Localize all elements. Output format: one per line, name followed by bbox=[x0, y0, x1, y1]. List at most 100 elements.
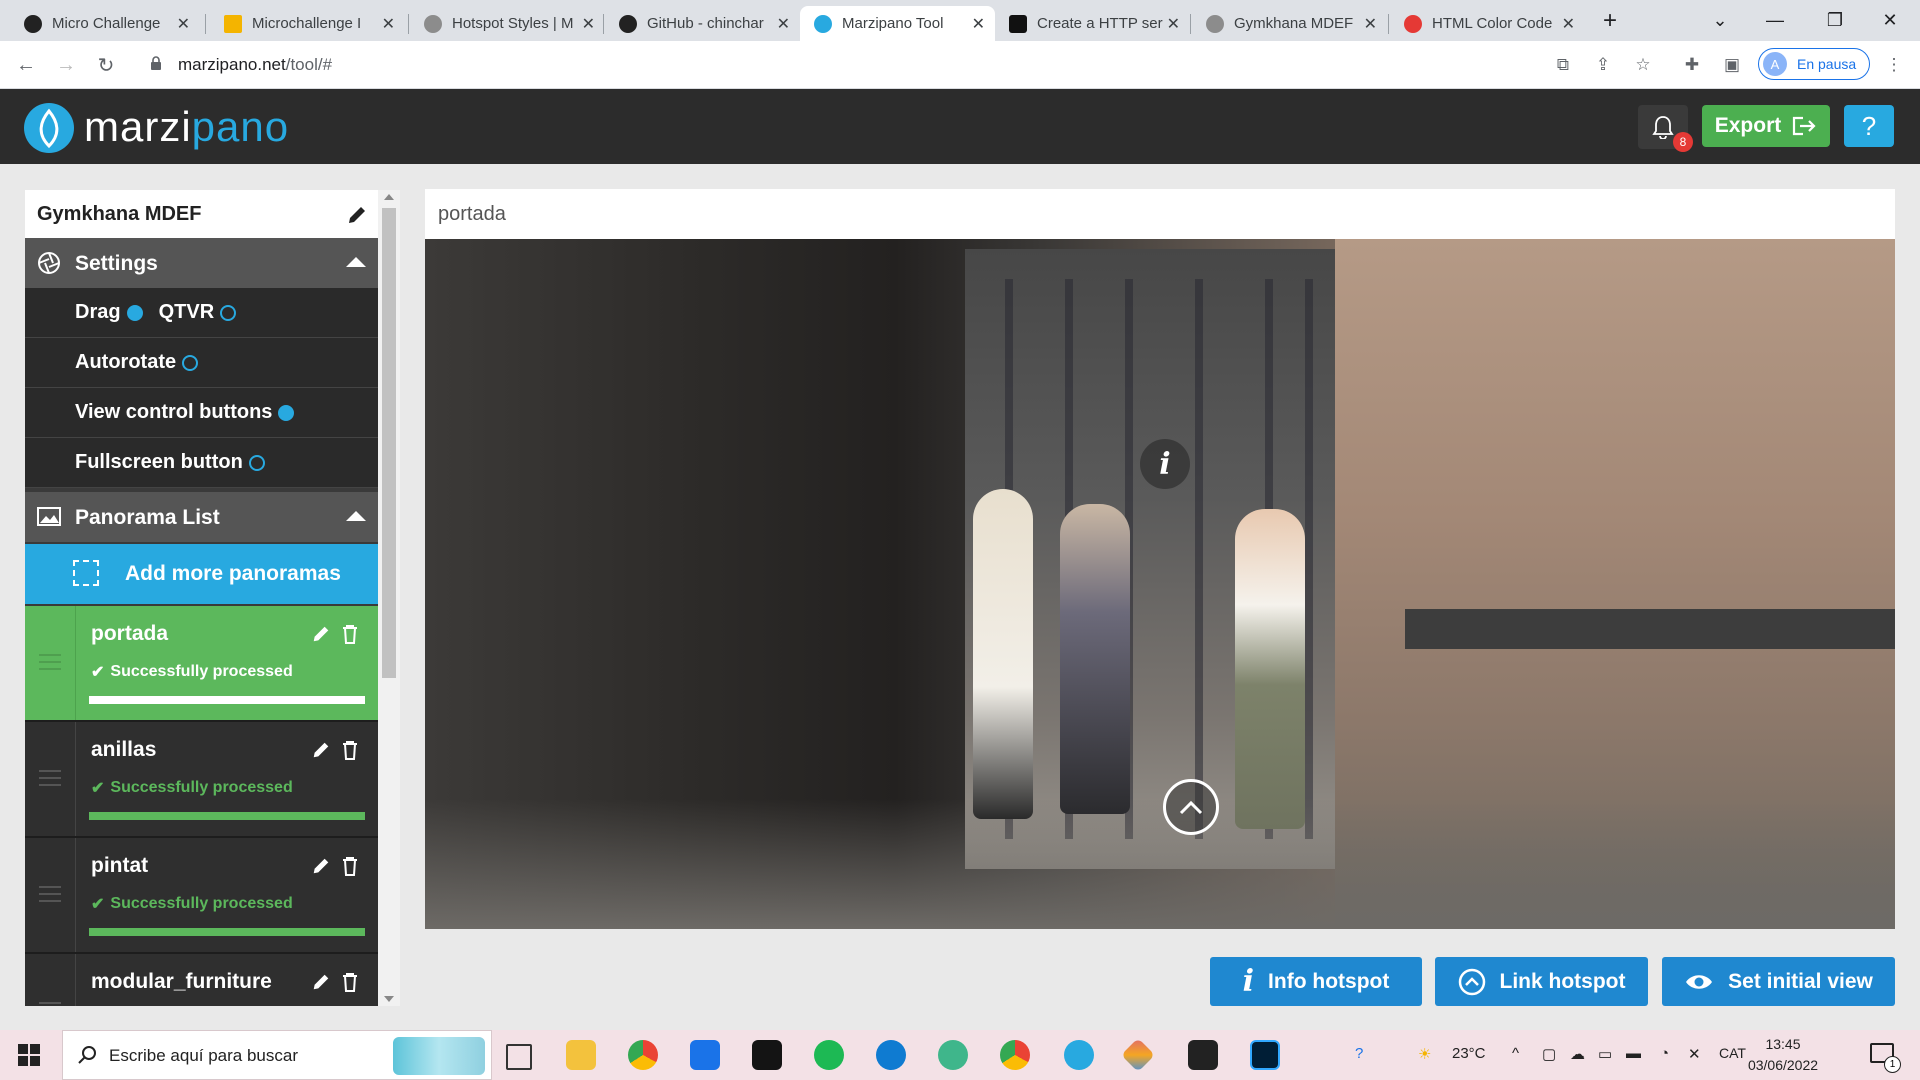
collapse-chevron-icon[interactable] bbox=[346, 257, 366, 267]
panorama-name: pintat bbox=[91, 854, 149, 877]
spotify-icon[interactable] bbox=[814, 1040, 844, 1070]
export-button[interactable]: Export bbox=[1702, 105, 1830, 147]
info-hotspot-marker[interactable]: i bbox=[1140, 439, 1190, 489]
add-more-panoramas-button[interactable]: Add more panoramas bbox=[25, 544, 378, 604]
drag-handle-icon[interactable] bbox=[25, 722, 76, 836]
tab-favicon-icon bbox=[424, 14, 442, 33]
close-tab-icon[interactable]: ✕ bbox=[1167, 14, 1180, 34]
windows-start-icon[interactable] bbox=[18, 1044, 40, 1066]
drag-handle-icon[interactable] bbox=[25, 606, 76, 720]
browser-tab[interactable]: HTML Color Code ✕ bbox=[1390, 6, 1585, 41]
more-menu-icon[interactable]: ⋮ bbox=[1882, 53, 1906, 77]
meet-now-icon[interactable]: ▢ bbox=[1542, 1045, 1556, 1063]
extensions-icon[interactable]: ✚ bbox=[1680, 53, 1704, 77]
fullscreen-button-toggle[interactable] bbox=[248, 454, 265, 471]
delete-trash-icon[interactable] bbox=[341, 624, 359, 644]
panorama-item-portada[interactable]: portada ✔ Successfully processed bbox=[25, 606, 378, 722]
close-tab-icon[interactable]: ✕ bbox=[582, 14, 595, 34]
panorama-item-pintat[interactable]: pintat ✔ Successfully processed bbox=[25, 838, 378, 954]
info-hotspot-button[interactable]: i Info hotspot bbox=[1210, 957, 1422, 1006]
url-input[interactable]: marzipano.net/tool/# bbox=[140, 47, 1540, 81]
close-tab-icon[interactable]: ✕ bbox=[1562, 14, 1575, 34]
tab-title: GitHub - chinchar bbox=[647, 15, 764, 32]
photoshop-icon[interactable] bbox=[1250, 1040, 1280, 1070]
wifi-icon[interactable]: ◔ bbox=[1660, 1045, 1669, 1062]
browser-tab[interactable]: Hotspot Styles | M ✕ bbox=[410, 6, 605, 41]
file-explorer-icon[interactable] bbox=[566, 1040, 596, 1070]
help-button[interactable]: ? bbox=[1844, 105, 1894, 147]
back-button[interactable]: ← bbox=[12, 51, 40, 79]
terminal-icon[interactable] bbox=[1188, 1040, 1218, 1070]
panorama-list-section-header[interactable]: Panorama List bbox=[25, 492, 378, 542]
forward-button[interactable]: → bbox=[52, 51, 80, 79]
taskbar-search-input[interactable]: Escribe aquí para buscar bbox=[62, 1030, 492, 1080]
new-tab-button[interactable]: + bbox=[1580, 0, 1640, 41]
scroll-down-arrow-icon[interactable] bbox=[384, 996, 394, 1002]
drag-handle-icon[interactable] bbox=[25, 838, 76, 952]
battery-icon[interactable]: ▬ bbox=[1626, 1045, 1641, 1062]
scrollbar-thumb[interactable] bbox=[382, 208, 396, 678]
minimize-button[interactable]: — bbox=[1745, 0, 1805, 41]
sidebar-scrollbar[interactable] bbox=[378, 190, 400, 1006]
cloud-icon[interactable]: ☁ bbox=[1570, 1045, 1585, 1063]
delete-trash-icon[interactable] bbox=[341, 740, 359, 760]
show-hidden-icons-chevron-icon[interactable]: ^ bbox=[1512, 1045, 1519, 1062]
chrome-profile-icon[interactable] bbox=[1000, 1040, 1030, 1070]
drag-radio[interactable] bbox=[126, 304, 143, 321]
link-hotspot-button[interactable]: Link hotspot bbox=[1435, 957, 1648, 1006]
delete-trash-icon[interactable] bbox=[341, 972, 359, 992]
marzipano-app-icon[interactable] bbox=[1064, 1040, 1094, 1070]
reload-button[interactable]: ↻ bbox=[92, 51, 120, 79]
side-panel-icon[interactable]: ▣ bbox=[1720, 53, 1744, 77]
scroll-up-arrow-icon[interactable] bbox=[384, 194, 394, 200]
close-tab-icon[interactable]: ✕ bbox=[177, 14, 190, 34]
close-tab-icon[interactable]: ✕ bbox=[382, 14, 395, 34]
browser-tab[interactable]: Micro Challenge ✕ bbox=[10, 6, 200, 41]
link-hotspot-marker[interactable] bbox=[1163, 779, 1219, 835]
rename-pencil-icon[interactable] bbox=[311, 972, 331, 992]
view-control-buttons-toggle[interactable] bbox=[278, 404, 295, 421]
set-initial-view-button[interactable]: Set initial view bbox=[1662, 957, 1895, 1006]
tab-search-chevron-icon[interactable]: ⌄ bbox=[1690, 0, 1750, 41]
autorotate-toggle[interactable] bbox=[182, 354, 199, 371]
weather-temperature[interactable]: 23°C bbox=[1452, 1045, 1486, 1062]
share-icon[interactable]: ⇪ bbox=[1591, 53, 1615, 77]
volume-muted-icon[interactable]: ✕ bbox=[1688, 1045, 1701, 1063]
browser-tab[interactable]: GitHub - chinchar ✕ bbox=[605, 6, 800, 41]
browser-tab[interactable]: Microchallenge I ✕ bbox=[210, 6, 405, 41]
edge-icon[interactable] bbox=[876, 1040, 906, 1070]
help-tray-icon[interactable]: ? bbox=[1355, 1045, 1363, 1062]
collapse-chevron-icon[interactable] bbox=[346, 511, 366, 521]
browser-tab[interactable]: Gymkhana MDEF ✕ bbox=[1192, 6, 1387, 41]
input-language[interactable]: CAT bbox=[1719, 1045, 1746, 1061]
drag-handle-icon[interactable] bbox=[25, 954, 76, 1006]
netflix-icon[interactable] bbox=[752, 1040, 782, 1070]
mail-icon[interactable] bbox=[690, 1040, 720, 1070]
maximize-button[interactable]: ❐ bbox=[1805, 0, 1865, 41]
rename-pencil-icon[interactable] bbox=[311, 856, 331, 876]
profile-button[interactable]: A En pausa bbox=[1758, 48, 1870, 80]
task-view-icon[interactable] bbox=[506, 1044, 532, 1070]
git-icon[interactable] bbox=[1121, 1038, 1155, 1072]
browser-tab[interactable]: Create a HTTP ser ✕ bbox=[995, 6, 1190, 41]
panorama-item-anillas[interactable]: anillas ✔ Successfully processed bbox=[25, 722, 378, 838]
qtvr-radio[interactable] bbox=[220, 304, 237, 321]
bookmark-star-icon[interactable]: ☆ bbox=[1631, 53, 1655, 77]
settings-section-header[interactable]: Settings bbox=[25, 238, 378, 288]
rename-pencil-icon[interactable] bbox=[311, 624, 331, 644]
translate-icon[interactable]: ⧉ bbox=[1551, 53, 1575, 77]
system-clock[interactable]: 13:45 03/06/2022 bbox=[1746, 1034, 1820, 1076]
edit-project-title-icon[interactable] bbox=[346, 204, 368, 226]
rename-pencil-icon[interactable] bbox=[311, 740, 331, 760]
atom-icon[interactable] bbox=[938, 1040, 968, 1070]
close-tab-icon[interactable]: ✕ bbox=[972, 14, 985, 34]
delete-trash-icon[interactable] bbox=[341, 856, 359, 876]
panorama-item-modular-furniture[interactable]: modular_furniture bbox=[25, 954, 378, 1006]
panorama-viewer[interactable]: i bbox=[425, 239, 1895, 929]
chrome-icon[interactable] bbox=[628, 1040, 658, 1070]
close-window-button[interactable]: ✕ bbox=[1860, 0, 1920, 41]
display-icon[interactable]: ▭ bbox=[1598, 1045, 1612, 1063]
browser-tab-active[interactable]: Marzipano Tool ✕ bbox=[800, 6, 995, 41]
close-tab-icon[interactable]: ✕ bbox=[1364, 14, 1377, 34]
close-tab-icon[interactable]: ✕ bbox=[777, 14, 790, 34]
